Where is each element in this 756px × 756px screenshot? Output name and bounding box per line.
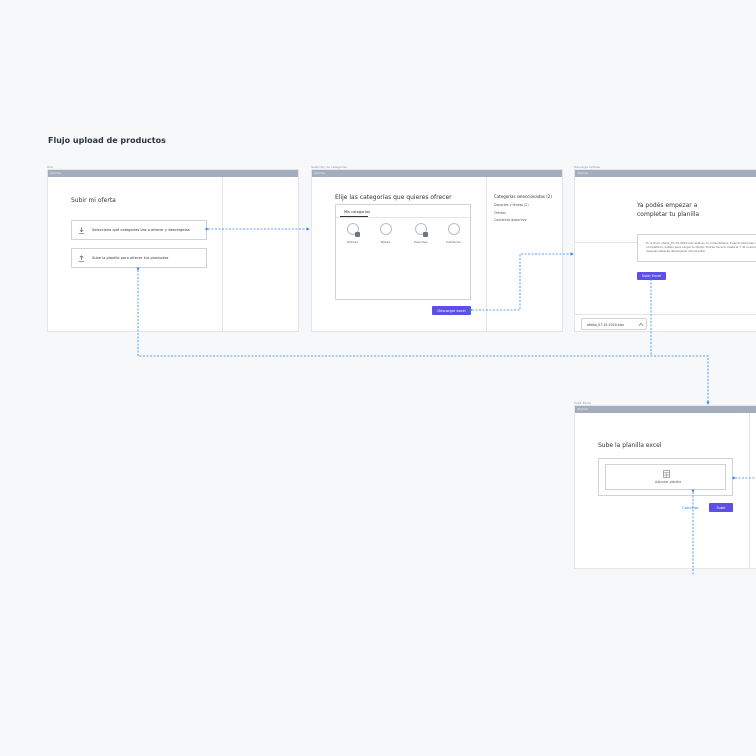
section-heading: Subir mi oferta [71,197,116,204]
check-icon [355,232,360,237]
step-upload-text: Sube la planilla para ofrecer tus produc… [92,256,169,260]
chevron-up-icon[interactable] [638,322,644,327]
tab-divider [336,217,470,218]
tab-mis-categorias[interactable]: Mis categorías [344,210,370,214]
category-label: Bebés [381,240,391,244]
flow-connectors [136,227,756,575]
column-divider [749,413,750,569]
frame-category-selection: Ofertas Elije las categorías que quieres… [311,169,563,332]
frame-header-bar: Ofertas [48,170,298,177]
spreadsheet-icon [663,470,670,478]
step-download-text: Selecciona qué categorías vas a ofrecer … [92,228,190,232]
download-bar-divider [575,314,756,315]
category-panel: Mis categorías Ofertas Bebés Deportes Ca… [335,204,471,300]
download-bar-item[interactable]: oferta_07-15-2019.xlsx [581,318,647,330]
upload-heading: Sube la planilla excel [598,442,662,449]
frame-header-bar: Ofertas [312,170,562,177]
upload-icon [78,255,85,262]
dropzone[interactable]: Adjuntar planilla [605,464,726,490]
submit-button[interactable]: Subir [709,503,733,512]
frame-upload-excel: Ofertas Sube la planilla excel Adjuntar … [574,405,756,569]
frame-header-text: Ofertas [50,171,62,175]
success-heading-line1: Ya podés empezar a [637,202,698,209]
column-divider [222,177,223,332]
dropzone-outer: Adjuntar planilla [598,458,733,496]
category-label: Ofertas [347,240,359,244]
success-heading-line2: completar tu planilla [637,211,700,218]
frame-header-text: Ofertas [577,407,589,411]
category-bebes-icon[interactable] [380,223,392,235]
selected-categories-title: Categorías seleccionadas (2) [494,194,552,199]
upload-excel-button[interactable]: Subir Excel [637,272,666,280]
selected-item: Ofertas [494,211,506,215]
frame-header-bar: Ofertas [575,406,756,413]
step-download-card[interactable]: Selecciona qué categorías vas a ofrecer … [71,220,207,240]
section-heading: Elije las categorías que quieres ofrecer [335,194,452,201]
category-label: Deportes [414,240,428,244]
frame-header-bar: Ofertas [575,170,756,177]
category-cafeteras-icon[interactable] [448,223,460,235]
step-upload-card[interactable]: Sube la planilla para ofrecer tus produc… [71,248,207,268]
download-icon [78,227,85,234]
frame-header-text: Ofertas [577,171,589,175]
column-divider [486,177,487,332]
frame-download-success: Ofertas Ya podés empezar a completar tu … [574,169,756,332]
cancel-link[interactable]: Cancelar [682,505,699,510]
download-excel-button[interactable]: Descargar excel [432,306,471,315]
selected-item: Contenido deportivo [494,218,527,222]
download-note-box: Tu archivo oferta_07-15-2019.xlsx está e… [637,234,756,262]
selected-item: Deportes y fitness (2) [494,203,529,207]
frame-hub: Ofertas Subir mi oferta Selecciona qué c… [47,169,299,332]
page-title: Flujo upload de productos [48,136,166,145]
frame-header-text: Ofertas [314,171,326,175]
check-icon [423,232,428,237]
download-file-name: oferta_07-15-2019.xlsx [587,323,624,327]
category-label: Cafeteras [446,240,461,244]
dropzone-label: Adjuntar planilla [655,480,682,484]
download-note-text: Tu archivo oferta_07-15-2019.xlsx está e… [646,241,756,253]
